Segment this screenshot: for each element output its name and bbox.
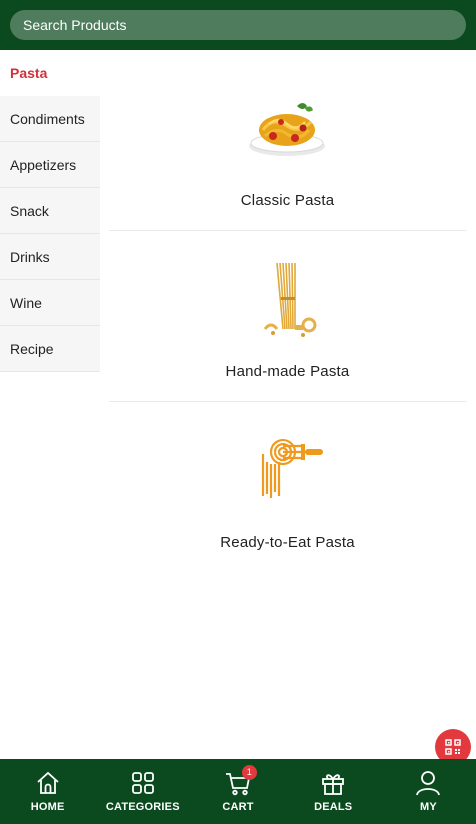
user-icon [416, 771, 441, 796]
subcategory-list: Classic Pasta Hand-made Pasta Ready-to-E… [109, 60, 466, 573]
category-card-classic-pasta[interactable]: Classic Pasta [109, 60, 466, 231]
sidebar-item-pasta[interactable]: Pasta [0, 50, 100, 96]
gift-icon [322, 774, 345, 795]
nav-my[interactable]: MY [381, 759, 476, 824]
category-card-hand-made-pasta[interactable]: Hand-made Pasta [109, 231, 466, 402]
nav-label: CATEGORIES [105, 801, 180, 813]
category-label: Classic Pasta [240, 192, 335, 209]
category-label: Hand-made Pasta [225, 363, 350, 380]
category-card-ready-to-eat-pasta[interactable]: Ready-to-Eat Pasta [109, 402, 466, 573]
search-input[interactable]: Search Products [10, 10, 466, 40]
nav-home[interactable]: HOME [0, 759, 95, 824]
nav-cart[interactable]: 1 CART [190, 759, 285, 824]
spaghetti-plate-icon [249, 103, 325, 156]
cart-count-badge: 1 [241, 765, 257, 780]
sidebar-item-condiments[interactable]: Condiments [0, 96, 100, 142]
dry-pasta-bundle-icon [263, 262, 317, 337]
sidebar-item-appetizers[interactable]: Appetizers [0, 142, 100, 188]
nav-deals[interactable]: DEALS [286, 759, 381, 824]
nav-label: HOME [30, 801, 65, 813]
category-label: Ready-to-Eat Pasta [220, 534, 355, 551]
category-sidebar: Pasta Condiments Appetizers Snack Drinks… [0, 50, 100, 372]
qr-code-icon [445, 739, 461, 755]
nav-label: CART [222, 801, 254, 813]
sidebar-item-drinks[interactable]: Drinks [0, 234, 100, 280]
bottom-navigation: HOME CATEGORIES 1 CART DEALS MY [0, 759, 476, 824]
nav-label: MY [419, 801, 437, 813]
home-icon [36, 771, 59, 794]
sidebar-item-recipe[interactable]: Recipe [0, 326, 100, 372]
grid-icon [131, 772, 154, 794]
nav-categories[interactable]: CATEGORIES [95, 759, 190, 824]
sidebar-item-wine[interactable]: Wine [0, 280, 100, 326]
sidebar-item-snack[interactable]: Snack [0, 188, 100, 234]
nav-label: DEALS [314, 801, 353, 813]
noodle-fork-icon [261, 438, 323, 498]
top-header: Search Products [0, 0, 476, 50]
